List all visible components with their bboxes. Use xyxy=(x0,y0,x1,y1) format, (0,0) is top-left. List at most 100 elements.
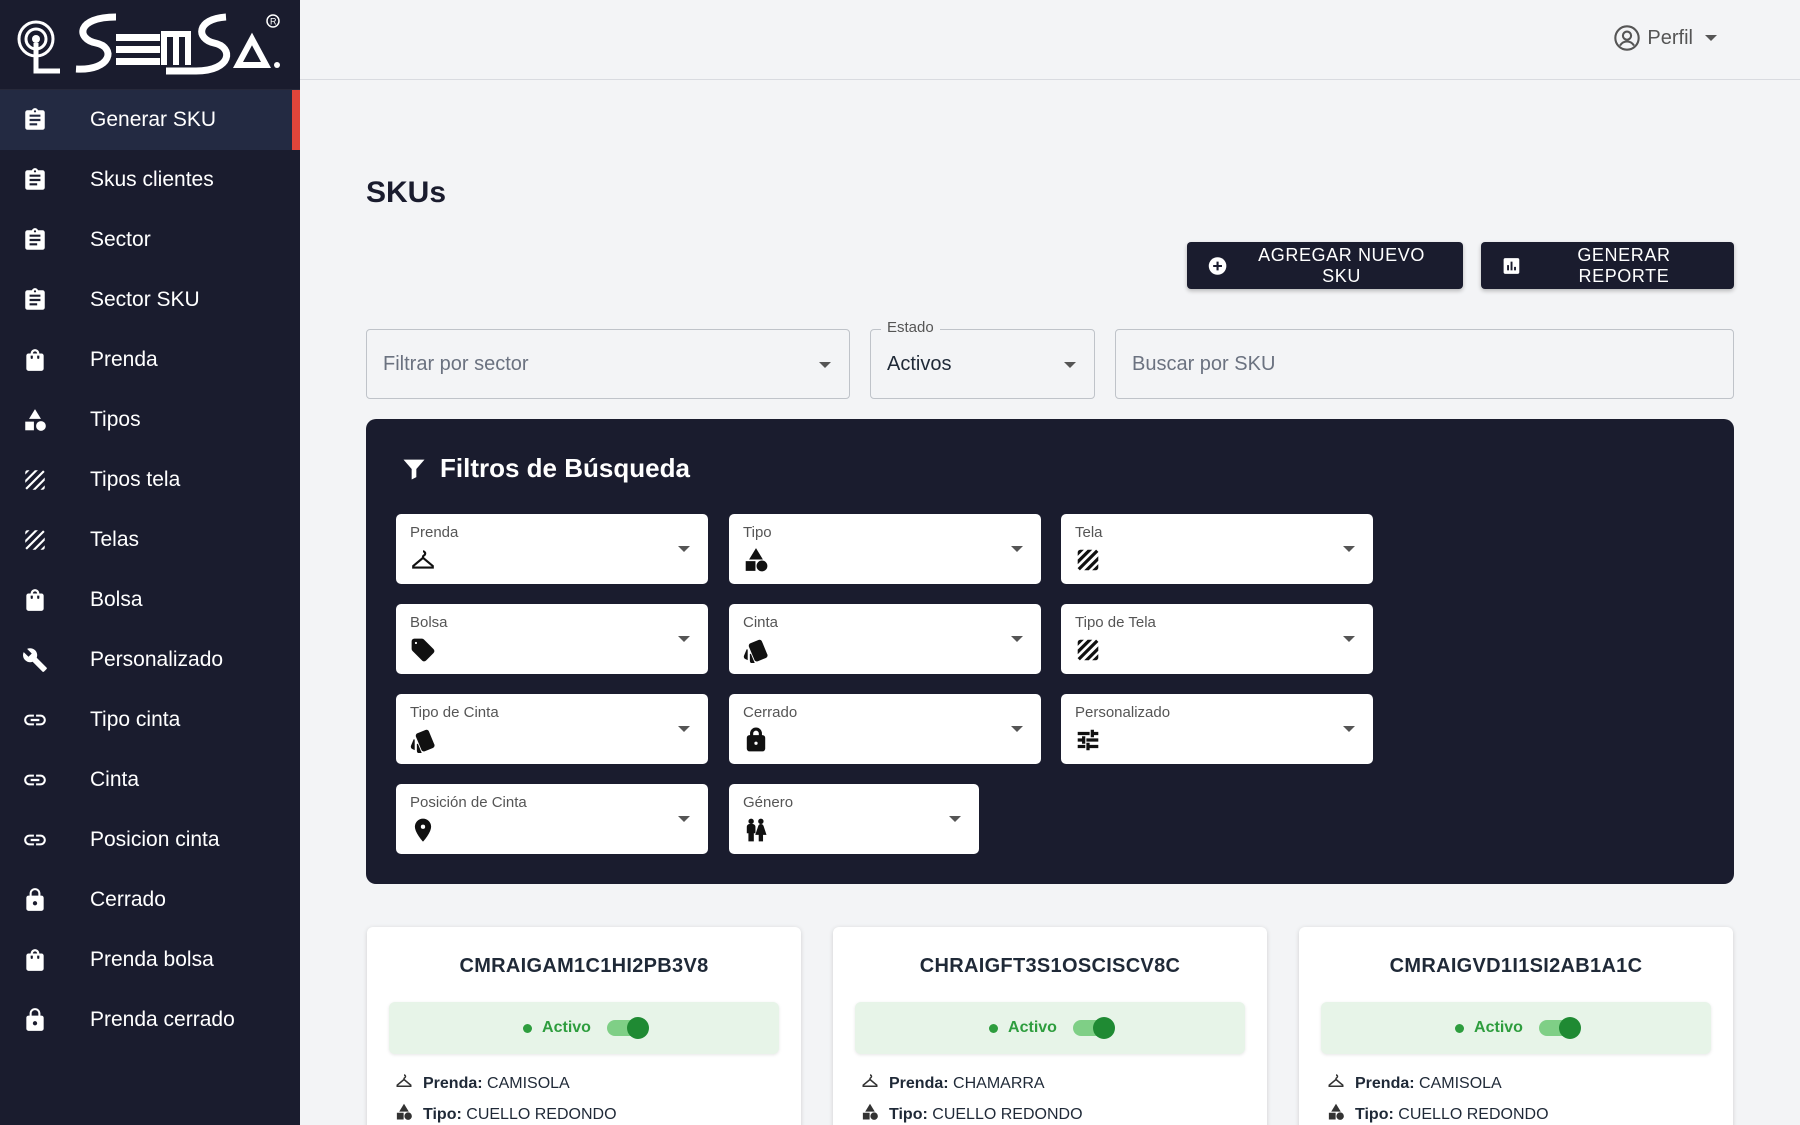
lock-icon xyxy=(0,887,70,913)
sidebar-item-label: Tipos tela xyxy=(90,468,181,491)
filter-label: Tipo de Cinta xyxy=(410,704,499,721)
search-filters-panel: Filtros de Búsqueda Prenda Tipo Tela Bolsa C… xyxy=(366,419,1734,884)
prenda-key: Prenda: xyxy=(423,1074,483,1092)
estado-label: Estado xyxy=(881,319,940,336)
generate-report-button[interactable]: GENERAR REPORTE xyxy=(1481,242,1734,289)
filter-label: Tipo de Tela xyxy=(1075,614,1156,631)
chevron-down-icon xyxy=(819,362,831,368)
lock-icon xyxy=(743,727,1027,758)
link-icon xyxy=(0,767,70,793)
shopping-bag-icon xyxy=(0,347,70,373)
sidebar-item-label: Personalizado xyxy=(90,648,224,671)
brand-logo[interactable]: R xyxy=(0,0,300,90)
filter-label: Tela xyxy=(1075,524,1103,541)
prenda-key: Prenda: xyxy=(889,1074,949,1092)
filter-select-genero[interactable]: Género xyxy=(729,784,979,854)
card-prenda-row: Prenda: CHAMARRA xyxy=(861,1068,1267,1099)
filter-icon xyxy=(403,459,425,479)
chevron-down-icon xyxy=(678,636,690,642)
sidebar-item-label: Telas xyxy=(90,528,140,551)
sku-card[interactable]: CHRAIGFT3S1OSCISCV8C Activo Prenda: CHAMAR… xyxy=(833,927,1267,1125)
filter-select-personalizado[interactable]: Personalizado xyxy=(1061,694,1373,764)
link-icon xyxy=(0,827,70,853)
status-bar: Activo xyxy=(1321,1002,1711,1054)
prenda-value: CHAMARRA xyxy=(953,1074,1045,1092)
shapes-icon xyxy=(1327,1103,1345,1125)
sidebar-item-telas[interactable]: Telas xyxy=(0,510,300,570)
sidebar-item-personalizado[interactable]: Personalizado xyxy=(0,630,300,690)
add-sku-label: AGREGAR NUEVO SKU xyxy=(1258,244,1425,286)
sku-search-placeholder: Buscar por SKU xyxy=(1132,352,1276,375)
filter-label: Personalizado xyxy=(1075,704,1171,721)
chevron-down-icon xyxy=(1343,546,1355,552)
status-label: Activo xyxy=(1474,1019,1523,1036)
chevron-down-icon xyxy=(678,546,690,552)
status-toggle[interactable] xyxy=(1072,1017,1115,1039)
sku-card[interactable]: CMRAIGAM1C1HI2PB3V8 Activo Prenda: CAMISOL… xyxy=(367,927,801,1125)
tipo-value: CUELLO REDONDO xyxy=(932,1105,1083,1123)
style-icon xyxy=(410,727,694,758)
sidebar-item-label: Tipos xyxy=(90,408,141,431)
sidebar-item-prenda[interactable]: Prenda xyxy=(0,330,300,390)
sidebar-item-tipos[interactable]: Tipos xyxy=(0,390,300,450)
filter-select-tipo[interactable]: Tipo xyxy=(729,514,1041,584)
shopping-bag-icon xyxy=(0,587,70,613)
filter-select-tela[interactable]: Tela xyxy=(1061,514,1373,584)
shopping-bag-icon xyxy=(0,947,70,973)
filter-select-bolsa[interactable]: Bolsa xyxy=(396,604,708,674)
status-toggle[interactable] xyxy=(606,1017,649,1039)
sidebar-item-label: Skus clientes xyxy=(90,168,214,191)
link-icon xyxy=(0,707,70,733)
filter-select-posicion-de-cinta[interactable]: Posición de Cinta xyxy=(396,784,708,854)
chevron-down-icon xyxy=(1343,726,1355,732)
add-circle-icon xyxy=(1208,256,1227,275)
sku-card[interactable]: CMRAIGVD1I1SI2AB1A1C Activo Prenda: CAMISO… xyxy=(1299,927,1733,1125)
sidebar-item-label: Cinta xyxy=(90,768,140,791)
sidebar-item-bolsa[interactable]: Bolsa xyxy=(0,570,300,630)
status-toggle[interactable] xyxy=(1538,1017,1581,1039)
estado-select[interactable]: Estado Activos xyxy=(870,319,1095,399)
filter-select-prenda[interactable]: Prenda xyxy=(396,514,708,584)
clipboard-icon xyxy=(0,107,70,133)
sku-code: CHRAIGFT3S1OSCISCV8C xyxy=(919,955,1181,977)
sidebar-item-tipo-cinta[interactable]: Tipo cinta xyxy=(0,690,300,750)
style-icon xyxy=(743,637,1027,668)
filter-select-tipo-de-tela[interactable]: Tipo de Tela xyxy=(1061,604,1373,674)
chevron-down-icon xyxy=(949,816,961,822)
sidebar-item-prenda-cerrado[interactable]: Prenda cerrado xyxy=(0,990,300,1050)
sidebar-item-label: Sector xyxy=(90,228,151,251)
chevron-down-icon xyxy=(1064,362,1076,368)
add-sku-button[interactable]: AGREGAR NUEVO SKU xyxy=(1187,242,1463,289)
filter-select-cinta[interactable]: Cinta xyxy=(729,604,1041,674)
filter-label: Bolsa xyxy=(410,614,448,631)
status-bar: Activo xyxy=(855,1002,1245,1054)
sidebar-item-label: Posicion cinta xyxy=(90,828,220,851)
shapes-icon xyxy=(861,1103,879,1125)
sku-search-input[interactable]: Buscar por SKU xyxy=(1115,329,1734,399)
shapes-icon xyxy=(395,1103,413,1125)
tipo-value: CUELLO REDONDO xyxy=(466,1105,617,1123)
card-tipo-row: Tipo: CUELLO REDONDO xyxy=(1327,1099,1733,1125)
sidebar-item-sector[interactable]: Sector xyxy=(0,210,300,270)
sidebar-item-label: Generar SKU xyxy=(90,108,217,131)
status-bar: Activo xyxy=(389,1002,779,1054)
sidebar-item-label: Prenda bolsa xyxy=(90,948,214,971)
sidebar-item-cerrado[interactable]: Cerrado xyxy=(0,870,300,930)
sidebar-item-posicion-cinta[interactable]: Posicion cinta xyxy=(0,810,300,870)
filter-label: Tipo xyxy=(743,524,772,541)
sidebar-item-sector-sku[interactable]: Sector SKU xyxy=(0,270,300,330)
tipo-key: Tipo: xyxy=(1355,1105,1394,1123)
sidebar-item-prenda-bolsa[interactable]: Prenda bolsa xyxy=(0,930,300,990)
semsa-logo-icon: R xyxy=(17,13,280,74)
generate-report-label: GENERAR REPORTE xyxy=(1577,244,1671,286)
sidebar-item-cinta[interactable]: Cinta xyxy=(0,750,300,810)
hanger-icon xyxy=(410,547,694,578)
profile-menu[interactable]: Perfil xyxy=(1613,24,1717,52)
filter-select-cerrado[interactable]: Cerrado xyxy=(729,694,1041,764)
svg-text:R: R xyxy=(270,16,277,26)
sidebar-item-generar-sku[interactable]: Generar SKU xyxy=(0,90,300,150)
sidebar-item-tipos-tela[interactable]: Tipos tela xyxy=(0,450,300,510)
filter-select-tipo-de-cinta[interactable]: Tipo de Cinta xyxy=(396,694,708,764)
sidebar-item-skus-clientes[interactable]: Skus clientes xyxy=(0,150,300,210)
sector-filter-select[interactable]: Filtrar por sector xyxy=(366,329,850,399)
